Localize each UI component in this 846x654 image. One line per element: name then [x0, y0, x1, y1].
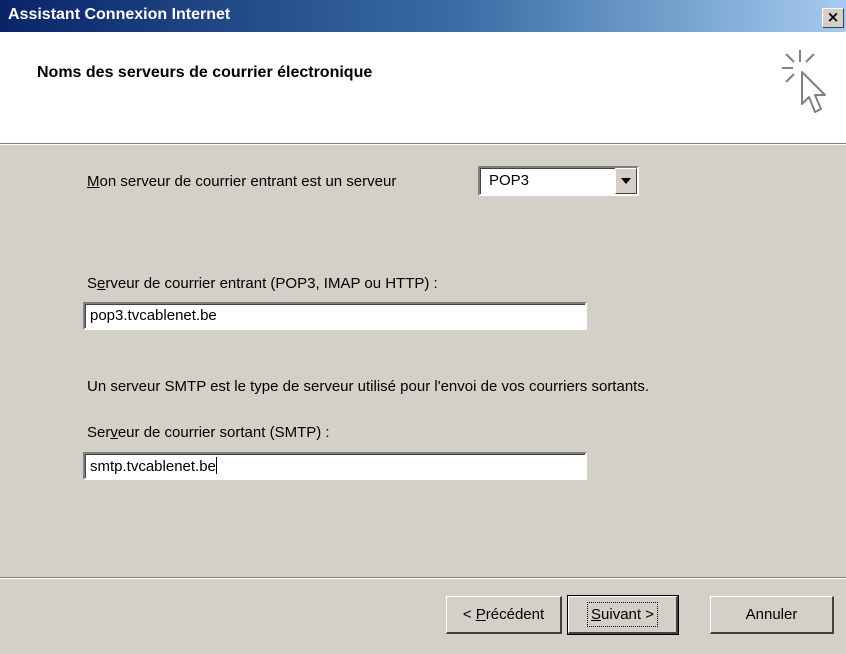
- close-icon: ×: [826, 8, 840, 26]
- dropdown-button[interactable]: [615, 168, 637, 194]
- wizard-header: Noms des serveurs de courrier électroniq…: [0, 32, 846, 144]
- back-button-label: < Précédent: [462, 606, 545, 623]
- cancel-button[interactable]: Annuler: [710, 596, 834, 634]
- close-button[interactable]: ×: [822, 8, 844, 28]
- incoming-server-input[interactable]: pop3.tvcablenet.be: [83, 302, 587, 330]
- text-cursor: [215, 457, 217, 474]
- incoming-server-label: Serveur de courrier entrant (POP3, IMAP …: [87, 275, 438, 292]
- chevron-down-icon: [621, 178, 631, 184]
- server-type-select[interactable]: POP3: [478, 166, 639, 196]
- back-button[interactable]: < Précédent: [446, 596, 562, 634]
- cancel-button-label: Annuler: [745, 606, 798, 623]
- incoming-type-label: Mon serveur de courrier entrant est un s…: [87, 173, 397, 190]
- next-button-label: Suivant >: [587, 602, 658, 627]
- smtp-info-text: Un serveur SMTP est le type de serveur u…: [87, 378, 649, 395]
- outgoing-server-input[interactable]: smtp.tvcablenet.be: [83, 452, 587, 480]
- window-title: Assistant Connexion Internet: [8, 6, 231, 23]
- next-button[interactable]: Suivant >: [567, 595, 679, 635]
- footer-separator: [0, 577, 846, 579]
- outgoing-server-label: Serveur de courrier sortant (SMTP) :: [87, 424, 330, 441]
- server-type-value: POP3: [489, 172, 530, 189]
- wizard-cursor-sparkle-icon: [782, 50, 826, 113]
- title-bar[interactable]: Assistant Connexion Internet ×: [0, 0, 846, 32]
- page-title: Noms des serveurs de courrier électroniq…: [37, 64, 373, 81]
- header-separator: [0, 143, 846, 145]
